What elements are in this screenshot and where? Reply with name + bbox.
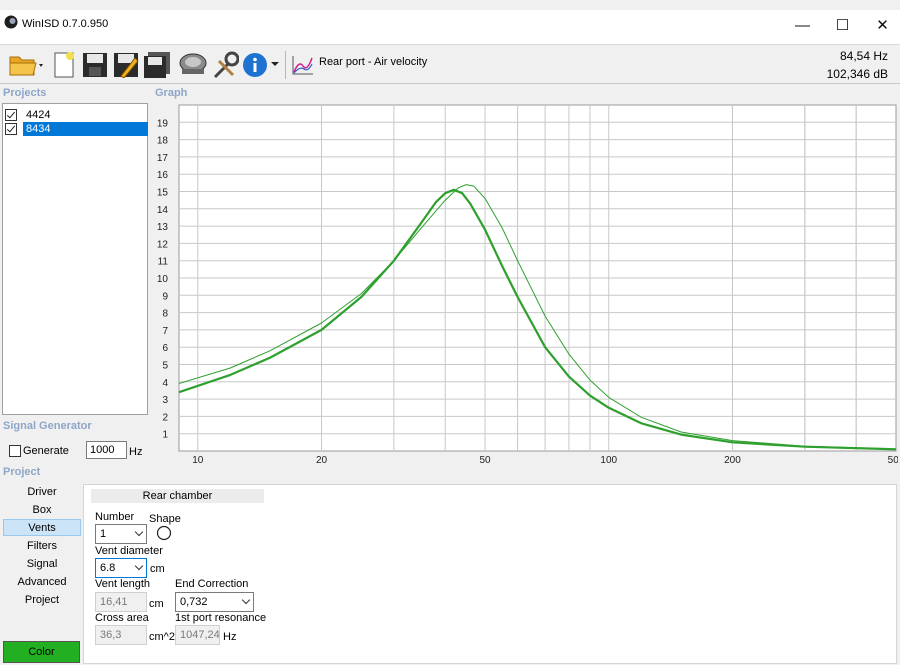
signal-generator-label: Signal Generator	[3, 420, 92, 432]
y-tick-label: 8	[162, 309, 168, 320]
project-checkbox[interactable]	[5, 109, 17, 121]
port-resonance-unit: Hz	[223, 631, 237, 643]
number-select[interactable]: 1	[95, 524, 147, 544]
x-tick-label: 50	[479, 455, 491, 465]
chevron-down-icon	[134, 561, 144, 571]
graph-label: Graph	[155, 87, 188, 99]
y-tick-label: 9	[162, 291, 168, 302]
y-tick-label: 2	[162, 412, 168, 423]
x-tick-label: 100	[600, 455, 617, 465]
cross-area-label: Cross area	[95, 612, 149, 624]
chevron-down-icon[interactable]	[269, 49, 281, 81]
cross-area-unit: cm^2	[149, 631, 175, 643]
y-tick-label: 4	[162, 378, 168, 389]
frequency-readout: 84,54 Hz	[839, 49, 888, 63]
list-item[interactable]: 4424	[5, 108, 53, 122]
y-tick-label: 14	[157, 205, 169, 216]
toolbar-separator	[285, 51, 286, 79]
vent-length-unit: cm	[149, 598, 164, 610]
chevron-down-icon	[134, 527, 144, 537]
end-correction-label: End Correction	[175, 578, 249, 590]
vent-diameter-unit: cm	[150, 563, 165, 575]
port-resonance-label: 1st port resonance	[175, 612, 267, 624]
cross-area-field: 36,3	[95, 625, 147, 645]
number-value: 1	[100, 528, 107, 540]
project-name: 4424	[26, 109, 51, 121]
minimize-button[interactable]: —	[780, 10, 825, 40]
y-tick-label: 15	[157, 188, 169, 199]
chevron-down-icon	[241, 595, 251, 605]
nav-vents[interactable]: Vents	[3, 519, 81, 536]
window-title: WinISD 0.7.0.950	[22, 18, 109, 30]
graph-icon[interactable]	[290, 49, 316, 81]
new-project-icon[interactable]	[51, 49, 77, 81]
app-icon	[4, 15, 18, 29]
y-tick-label: 19	[157, 118, 169, 129]
number-label: Number	[95, 511, 135, 523]
project-name: 8434	[23, 122, 148, 136]
y-tick-label: 6	[162, 343, 168, 354]
end-correction-value: 0,732	[180, 596, 208, 608]
vents-panel: Rear chamber Number Shape 1 Vent diamete…	[83, 484, 897, 664]
projects-list: 4424 8434	[2, 103, 148, 415]
generate-label: Generate	[23, 445, 69, 457]
x-tick-label: 500	[888, 455, 898, 465]
section-header: Rear chamber	[91, 489, 264, 503]
nav-signal[interactable]: Signal	[3, 556, 81, 573]
x-tick-label: 200	[724, 455, 741, 465]
y-tick-label: 11	[158, 257, 169, 268]
save-all-icon[interactable]	[143, 49, 173, 81]
frequency-input[interactable]: 1000	[86, 441, 127, 459]
close-button[interactable]: ✕	[860, 10, 900, 40]
driver-icon[interactable]	[177, 49, 209, 81]
save-icon[interactable]	[81, 49, 109, 81]
x-tick-label: 10	[192, 455, 204, 465]
nav-filters[interactable]: Filters	[3, 538, 81, 555]
graph-selector[interactable]: Rear port - Air velocity	[319, 56, 427, 68]
end-correction-select[interactable]: 0,732	[175, 592, 254, 612]
y-tick-label: 7	[162, 326, 168, 337]
y-tick-label: 18	[157, 136, 169, 147]
projects-label: Projects	[3, 87, 47, 99]
generate-checkbox[interactable]	[9, 445, 21, 457]
color-button[interactable]: Color	[3, 641, 80, 663]
y-tick-label: 1	[162, 430, 168, 441]
vent-diameter-select[interactable]: 6.8	[95, 558, 147, 578]
nav-project[interactable]: Project	[3, 592, 81, 609]
list-item[interactable]: 8434	[5, 122, 148, 136]
round-shape-icon[interactable]	[156, 525, 172, 541]
maximize-button[interactable]: ☐	[820, 10, 865, 40]
nav-box[interactable]: Box	[3, 502, 81, 519]
y-tick-label: 3	[162, 395, 168, 406]
x-tick-label: 20	[316, 455, 328, 465]
vent-length-field: 16,41	[95, 592, 147, 612]
nav-driver[interactable]: Driver	[3, 484, 81, 501]
y-tick-label: 12	[157, 239, 169, 250]
vent-length-label: Vent length	[95, 578, 151, 590]
vent-diameter-value: 6.8	[100, 562, 116, 574]
info-icon[interactable]	[242, 49, 268, 81]
nav-advanced[interactable]: Advanced	[3, 574, 81, 591]
port-resonance-field: 1047,24	[175, 625, 220, 645]
open-folder-icon[interactable]	[8, 49, 46, 81]
y-tick-label: 13	[157, 222, 169, 233]
title-bar	[0, 0, 900, 44]
save-as-icon[interactable]	[112, 49, 140, 81]
y-tick-label: 10	[157, 274, 169, 285]
y-tick-label: 16	[157, 170, 169, 181]
frequency-unit: Hz	[129, 446, 143, 458]
y-tick-label: 17	[157, 153, 169, 164]
shape-label: Shape	[149, 513, 181, 525]
vent-diameter-label: Vent diameter	[95, 545, 163, 557]
project-checkbox[interactable]	[5, 123, 17, 135]
graph-chart[interactable]: 1234567891011121314151617181910 20 50 100 20…	[150, 103, 898, 465]
level-readout: 102,346 dB	[826, 67, 888, 81]
wrench-icon[interactable]	[210, 49, 240, 81]
toolbar: Rear port - Air velocity 84,54 Hz 102,34…	[0, 44, 900, 84]
y-tick-label: 5	[162, 361, 168, 372]
project-label: Project	[3, 466, 41, 478]
